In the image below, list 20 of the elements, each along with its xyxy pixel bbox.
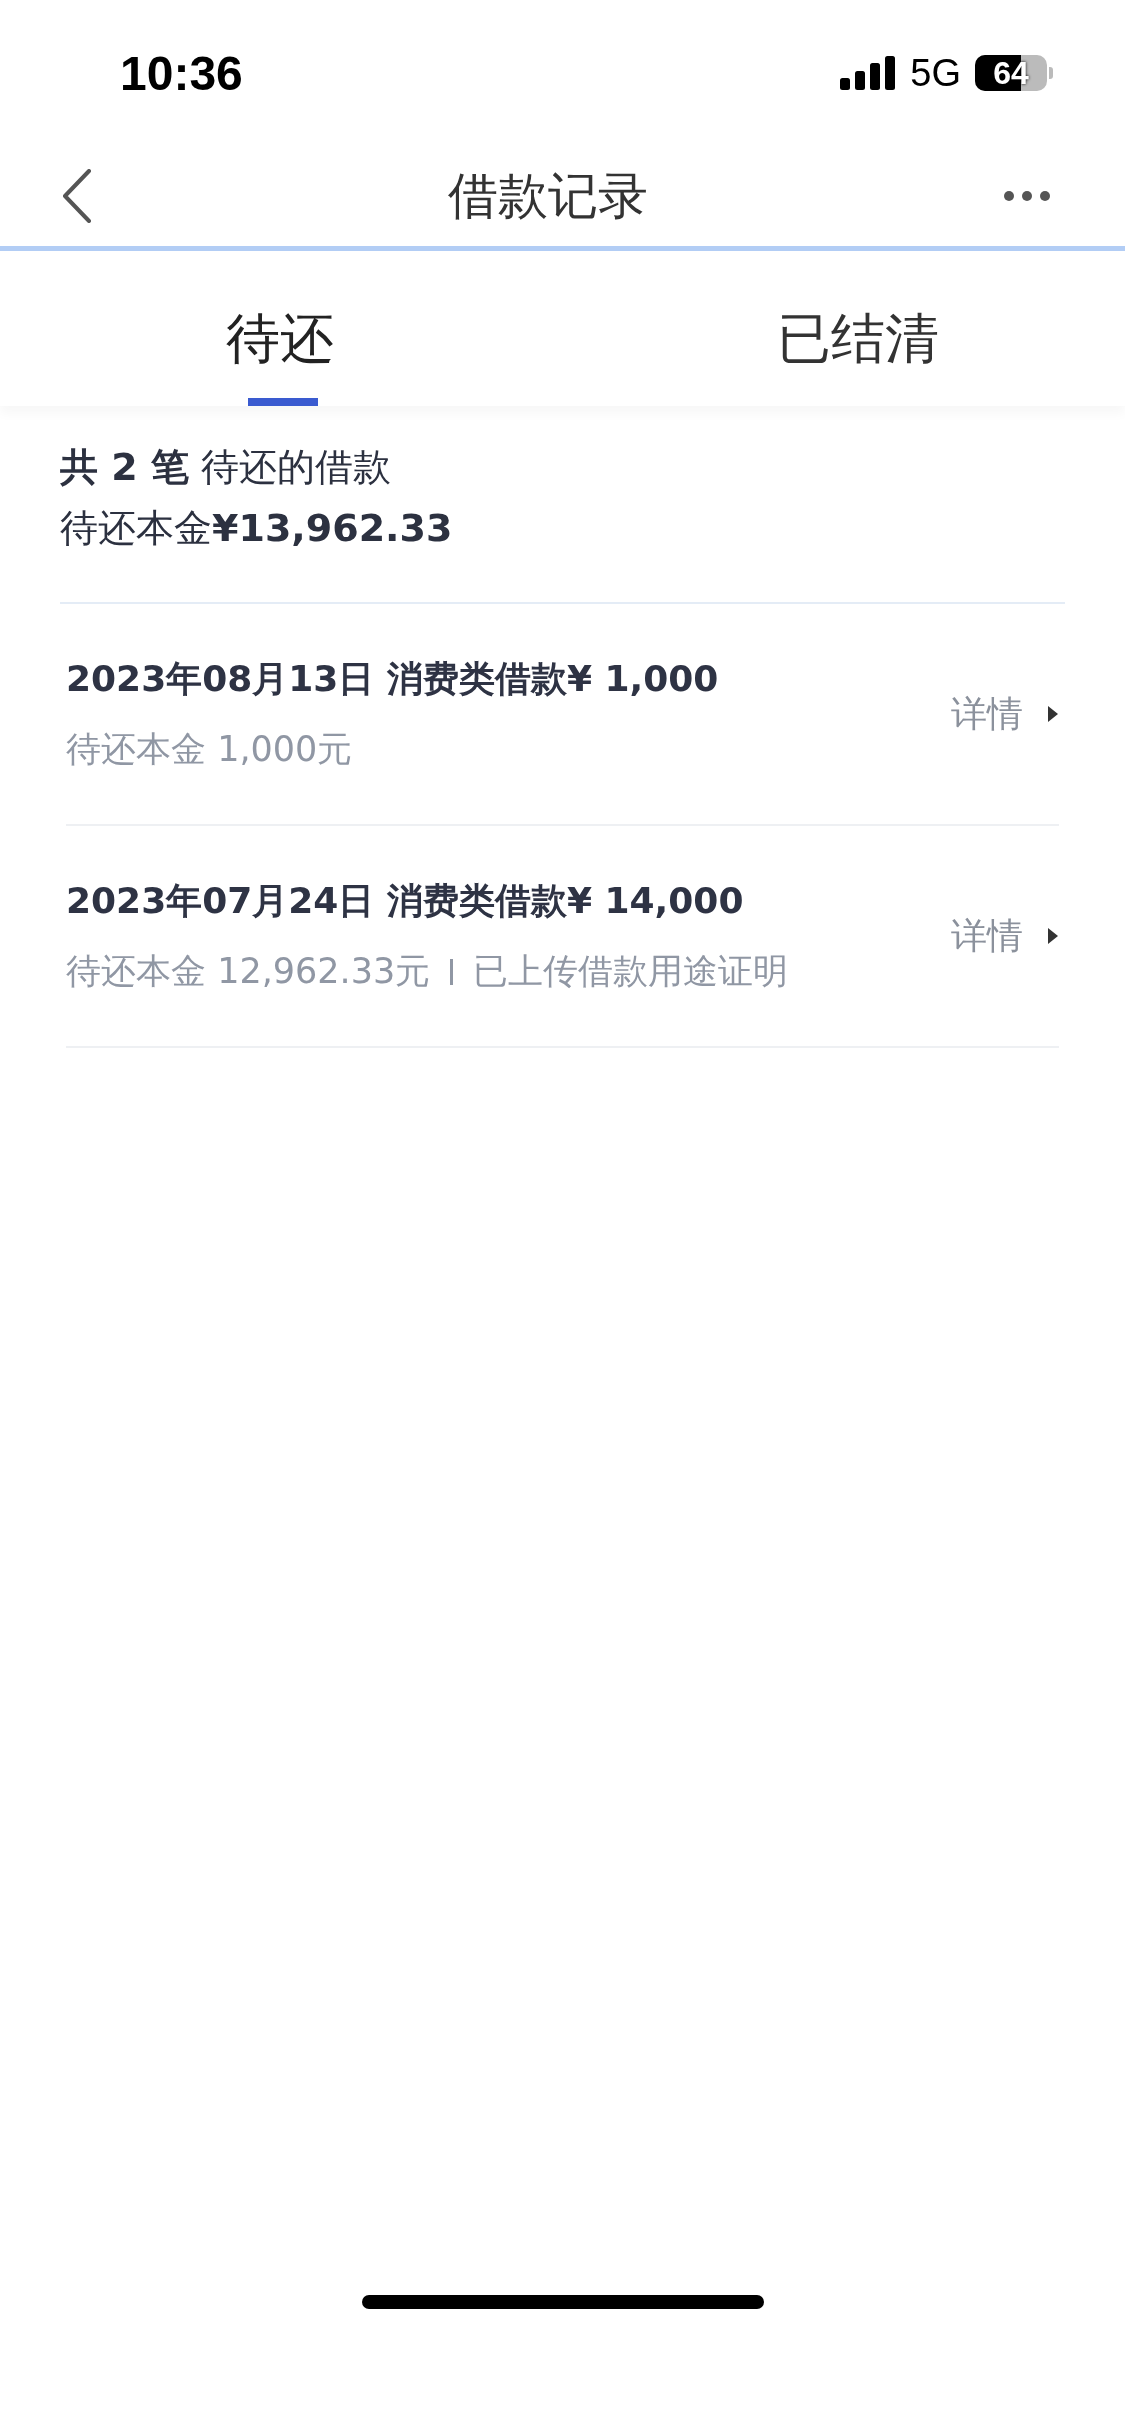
loan-note: 已上传借款用途证明	[473, 950, 789, 993]
loan-count: 共 2 笔 待还的借款	[60, 444, 392, 491]
loan-row[interactable]: 2023年07月24日 消费类借款¥ 14,000 待还本金 12,962.33元 已上传借款用途证明 详情	[66, 826, 1059, 1048]
caret-icon	[1047, 927, 1059, 945]
caret-icon	[1047, 705, 1059, 723]
tab[interactable]: 已结清	[776, 303, 939, 376]
loan-title: 2023年07月24日 消费类借款¥ 14,000	[66, 879, 745, 923]
loan-row[interactable]: 2023年08月13日 消费类借款¥ 1,000 待还本金 1,000元 详情	[66, 604, 1059, 826]
signal-icon	[840, 56, 897, 90]
separator	[450, 958, 454, 985]
status-time: 10:36	[120, 45, 243, 101]
total-principal: 待还本金¥13,962.33	[60, 505, 454, 552]
network-label: 5G	[910, 51, 961, 95]
remaining-principal: 待还本金 12,962.33元	[66, 950, 431, 993]
remaining-principal: 待还本金 1,000元	[66, 728, 353, 771]
loan-title: 2023年08月13日 消费类借款¥ 1,000	[66, 657, 719, 701]
tab[interactable]: 待还	[226, 303, 334, 376]
back-icon[interactable]	[62, 169, 92, 223]
page-title: 借款记录	[447, 165, 648, 227]
more-icon[interactable]	[1003, 190, 1051, 202]
